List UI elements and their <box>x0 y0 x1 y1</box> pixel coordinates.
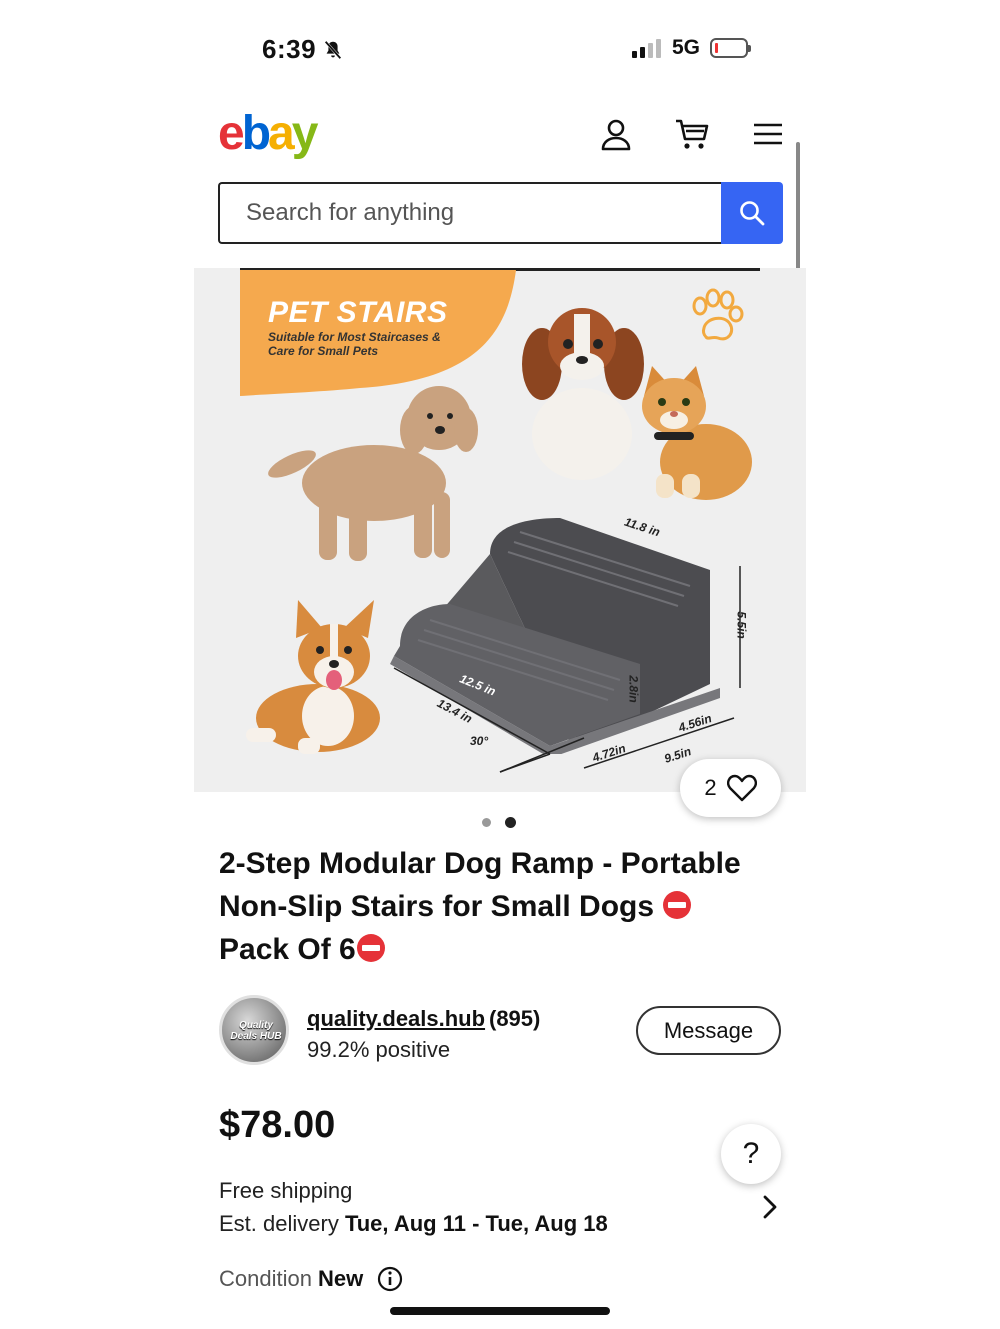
seller-positive-rating: 99.2% positive <box>307 1037 451 1062</box>
chevron-right-icon[interactable] <box>760 1194 780 1220</box>
delivery-estimate: Est. delivery Tue, Aug 11 - Tue, Aug 18 <box>219 1211 608 1237</box>
shipping-info: Free shipping <box>219 1178 353 1203</box>
clock: 6:39 <box>262 34 317 64</box>
search-bar: Search for anything <box>218 182 783 244</box>
search-input[interactable]: Search for anything <box>218 182 721 244</box>
condition-label: Condition <box>219 1266 312 1291</box>
delivery-prefix: Est. delivery <box>219 1211 345 1236</box>
watchers-count: 2 <box>704 775 717 800</box>
no-entry-icon <box>356 934 385 962</box>
pager-dot[interactable] <box>482 818 491 827</box>
image-pager[interactable] <box>482 817 516 828</box>
no-entry-icon <box>663 891 692 919</box>
delivery-dates: Tue, Aug 11 - Tue, Aug 18 <box>344 1211 608 1236</box>
product-title: 2-Step Modular Dog Ramp - Portable Non-S… <box>219 842 789 971</box>
item-price: $78.00 <box>219 1104 336 1146</box>
status-time: 6:39 <box>262 34 344 65</box>
pager-dot-active[interactable] <box>505 817 516 828</box>
account-icon[interactable] <box>598 116 634 152</box>
menu-icon[interactable] <box>750 116 786 152</box>
seller-avatar[interactable]: Quality Deals HUB <box>219 995 289 1065</box>
status-indicators: 5G <box>632 36 752 60</box>
watchers-button[interactable]: 2 <box>680 759 781 817</box>
help-button[interactable]: ? <box>721 1124 781 1184</box>
product-image[interactable]: PET STAIRS Suitable for Most Staircases … <box>194 268 806 792</box>
ebay-logo[interactable]: ebay <box>218 106 318 161</box>
seller-name-link[interactable]: quality.deals.hub <box>307 1006 485 1032</box>
search-button[interactable] <box>721 182 783 244</box>
cart-icon[interactable] <box>674 116 710 152</box>
home-indicator[interactable] <box>390 1307 610 1315</box>
message-seller-button[interactable]: Message <box>636 1006 781 1055</box>
search-icon <box>740 201 765 226</box>
seller-feedback-count: (895) <box>489 1006 541 1031</box>
item-condition: Condition New <box>219 1266 403 1292</box>
title-text-2: Pack Of 6 <box>219 933 356 966</box>
signal-icon <box>632 39 661 58</box>
heart-icon <box>726 774 757 802</box>
info-icon[interactable] <box>377 1266 403 1292</box>
condition-value: New <box>317 1266 364 1291</box>
battery-icon <box>710 38 752 58</box>
network-label: 5G <box>672 36 701 59</box>
dimension-lines <box>393 566 741 773</box>
bell-muted-icon <box>324 40 342 59</box>
